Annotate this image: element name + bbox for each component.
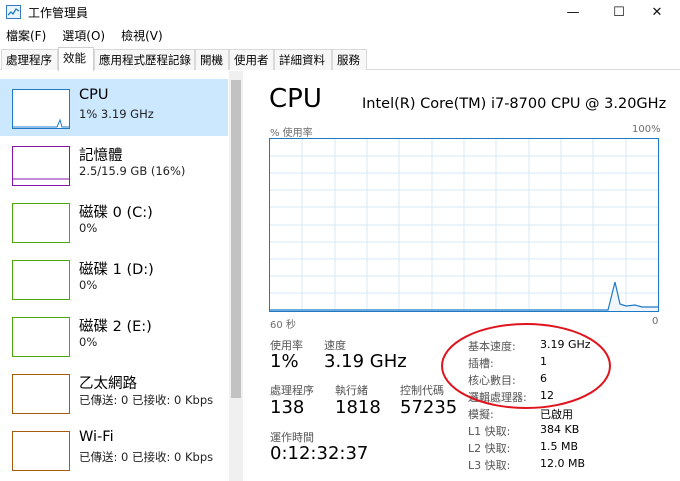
processes-label: 處理程序 [270, 384, 314, 397]
menu-file[interactable]: 檔案(F) [6, 25, 46, 45]
sidebar-item-memory[interactable]: 記憶體 2.5/15.9 GB (16%) [0, 136, 228, 193]
spec-value: 384 KB [540, 423, 580, 436]
threads-label: 執行緒 [335, 384, 368, 397]
sidebar-item-sub: 0% [79, 278, 98, 292]
sidebar-item-title: CPU [79, 87, 109, 103]
sidebar-item-ethernet[interactable]: 乙太網路 已傳送: 0 已接收: 0 Kbps [0, 364, 228, 421]
speed-value: 3.19 GHz [324, 351, 407, 372]
disk-thumbnail [12, 203, 70, 243]
sidebar-item-title: 記憶體 [79, 148, 123, 164]
memory-thumbnail [12, 146, 70, 186]
task-manager-icon [6, 5, 21, 19]
usage-value: 1% [270, 351, 299, 372]
menu-view[interactable]: 檢視(V) [121, 25, 163, 45]
title-bar: 工作管理員 — ☐ ✕ [0, 0, 680, 24]
task-manager-window: 工作管理員 — ☐ ✕ 檔案(F) 選項(O) 檢視(V) 處理程序 效能 應用… [0, 0, 680, 481]
network-thumbnail [12, 374, 70, 414]
sidebar-item-sub: 已傳送: 0 已接收: 0 Kbps [79, 393, 214, 407]
sidebar-scroll-thumb[interactable] [231, 80, 241, 398]
tab-users[interactable]: 使用者 [229, 49, 274, 70]
sidebar-item-title: Wi-Fi [79, 429, 114, 445]
tab-services[interactable]: 服務 [332, 49, 367, 70]
processes-value: 138 [270, 397, 305, 418]
disk-thumbnail [12, 317, 70, 357]
page-title: CPU [269, 84, 322, 114]
cpu-usage-graph [269, 138, 659, 312]
graph-y-label: % 使用率 [270, 128, 313, 139]
disk-thumbnail [12, 260, 70, 300]
sidebar-item-sub: 已傳送: 0 已接收: 0 Kbps [79, 450, 214, 464]
sidebar-item-title: 磁碟 1 (D:) [79, 262, 154, 278]
tab-performance[interactable]: 效能 [58, 47, 94, 71]
graph-x-min: 0 [652, 316, 659, 327]
sidebar-item-title: 乙太網路 [79, 376, 137, 392]
sidebar-item-sub: 1% 3.19 GHz [79, 107, 154, 121]
threads-value: 1818 [335, 397, 381, 418]
tab-strip: 處理程序 效能 應用程式歷程記錄 開機 使用者 詳細資料 服務 [0, 47, 680, 71]
sidebar-item-cpu[interactable]: CPU 1% 3.19 GHz [0, 79, 228, 136]
uptime-value: 0:12:32:37 [270, 443, 369, 464]
sidebar-item-disk-0[interactable]: 磁碟 0 (C:) 0% [0, 193, 228, 250]
spec-value: 12.0 MB [540, 457, 586, 470]
spec-key: L2 快取: [468, 442, 511, 455]
minimize-button[interactable]: — [550, 0, 596, 24]
tab-processes[interactable]: 處理程序 [1, 49, 58, 70]
sidebar-item-sub: 0% [79, 335, 98, 349]
spec-key: L1 快取: [468, 425, 511, 438]
sidebar-item-title: 磁碟 0 (C:) [79, 205, 153, 221]
spec-value: 1.5 MB [540, 440, 579, 453]
cpu-graph-svg [270, 139, 658, 311]
sidebar-item-sub: 0% [79, 221, 98, 235]
sidebar-item-disk-1[interactable]: 磁碟 1 (D:) 0% [0, 250, 228, 307]
sidebar-item-sub: 2.5/15.9 GB (16%) [79, 164, 186, 178]
annotation-ellipse [441, 323, 611, 409]
tab-app-history[interactable]: 應用程式歷程記錄 [94, 49, 195, 70]
tab-details[interactable]: 詳細資料 [274, 49, 332, 70]
network-thumbnail [12, 431, 70, 471]
cpu-thumbnail [12, 89, 70, 129]
window-title: 工作管理員 [28, 6, 89, 20]
sidebar-item-disk-2[interactable]: 磁碟 2 (E:) 0% [0, 307, 228, 364]
tab-startup[interactable]: 開機 [195, 49, 229, 70]
graph-y-max: 100% [632, 124, 661, 135]
sidebar-item-title: 磁碟 2 (E:) [79, 319, 152, 335]
menu-options[interactable]: 選項(O) [62, 25, 105, 45]
resource-sidebar: CPU 1% 3.19 GHz 記憶體 2.5/15.9 GB (16%) 磁碟… [0, 71, 243, 481]
cpu-model-name: Intel(R) Core(TM) i7-8700 CPU @ 3.20GHz [362, 96, 667, 112]
close-button[interactable]: ✕ [634, 0, 680, 24]
spec-key: L3 快取: [468, 459, 511, 472]
menu-bar: 檔案(F) 選項(O) 檢視(V) [0, 25, 173, 45]
graph-x-label: 60 秒 [270, 320, 296, 331]
handles-label: 控制代碼 [400, 384, 444, 397]
sidebar-item-wifi[interactable]: Wi-Fi 已傳送: 0 已接收: 0 Kbps [0, 421, 228, 478]
